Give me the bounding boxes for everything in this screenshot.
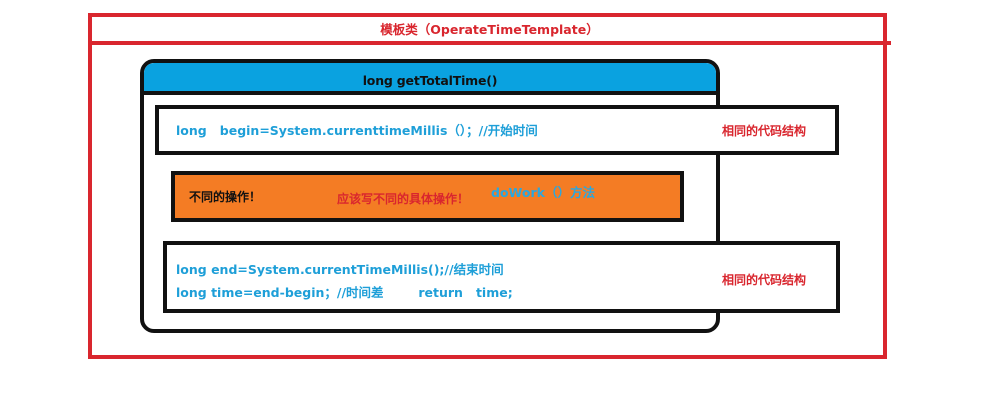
begin-time-code-line: long begin=System.currenttimeMillis（）；//… — [176, 123, 538, 138]
same-structure-label-bottom: 相同的代码结构 — [722, 273, 807, 287]
dowork-method-label: doWork（）方法 — [491, 185, 595, 200]
end-time-code-line: long end=System.currentTimeMillis();//结束… — [176, 262, 504, 277]
same-structure-label-top: 相同的代码结构 — [722, 124, 807, 138]
different-operation-note: 应该写不同的具体操作！ — [337, 192, 470, 206]
elapsed-time-code-line: long time=end-begin；//时间差 return time; — [176, 285, 513, 300]
template-class-title: 模板类（OperateTimeTemplate） — [380, 22, 599, 37]
method-signature: long getTotalTime() — [362, 73, 498, 88]
different-operation-label: 不同的操作！ — [189, 190, 262, 204]
